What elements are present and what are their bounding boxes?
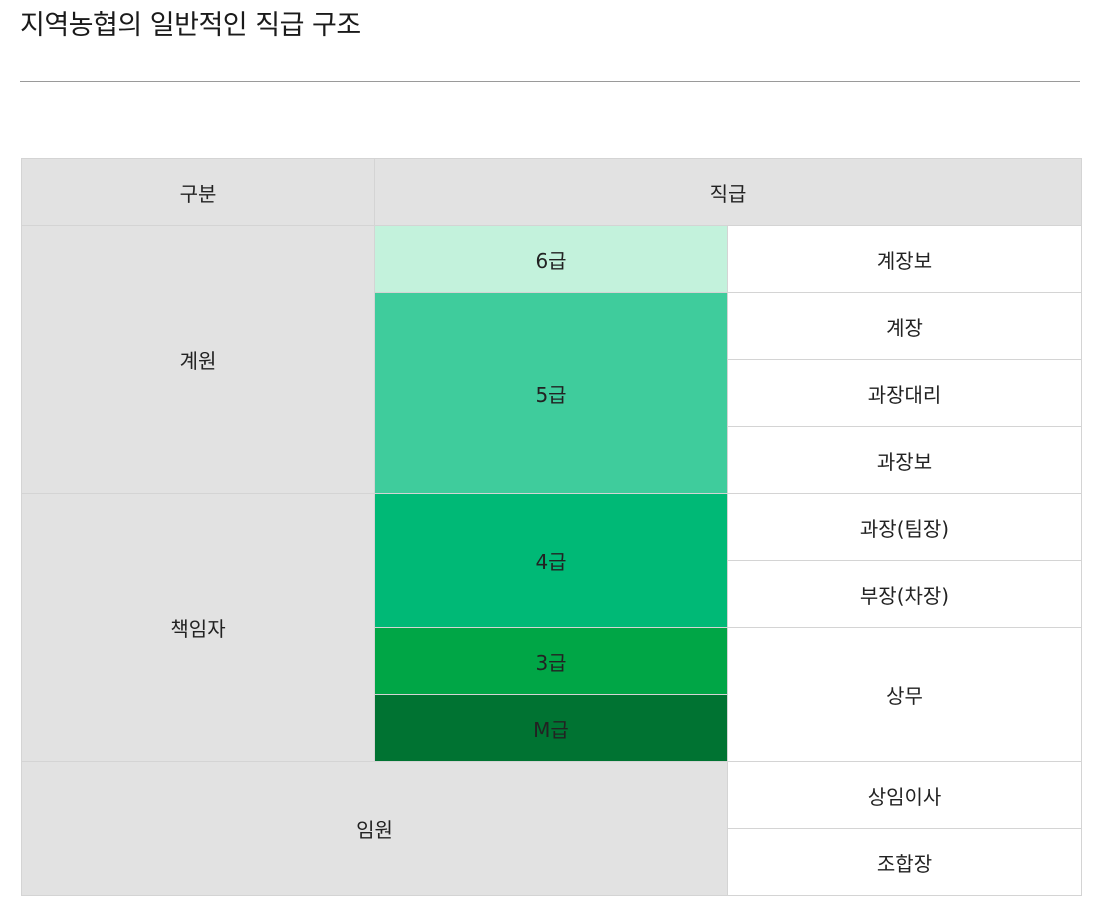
position-cell: 상무	[727, 627, 1082, 762]
category-gyewon: 계원	[21, 225, 375, 494]
header-category: 구분	[21, 158, 375, 226]
rank-structure-table: 구분 직급 계원 6급 계장보 5급 계장 과장대리 과장보 책임자 4급 과장…	[21, 158, 1082, 896]
position-cell: 계장보	[727, 225, 1082, 293]
position-cell: 계장	[727, 292, 1082, 360]
position-cell: 과장보	[727, 426, 1082, 494]
title-divider	[20, 81, 1080, 82]
header-rank: 직급	[374, 158, 1082, 226]
position-cell: 과장(팀장)	[727, 493, 1082, 561]
grade-m: M급	[374, 694, 728, 762]
table-header-row: 구분 직급	[21, 158, 1082, 226]
grade-3: 3급	[374, 627, 728, 695]
position-cell: 부장(차장)	[727, 560, 1082, 628]
category-imwon: 임원	[21, 761, 728, 896]
table-row: 임원 상임이사	[21, 761, 1082, 896]
page-title: 지역농협의 일반적인 직급 구조	[20, 10, 361, 41]
table-row: 책임자 4급 과장(팀장)	[21, 493, 1082, 762]
position-cell: 과장대리	[727, 359, 1082, 427]
grade-4: 4급	[374, 493, 728, 628]
category-chaegimja: 책임자	[21, 493, 375, 762]
grade-5: 5급	[374, 292, 728, 494]
table-row: 계원 6급 계장보	[21, 225, 1082, 494]
position-cell: 상임이사	[727, 761, 1082, 829]
grade-6: 6급	[374, 225, 728, 293]
position-cell: 조합장	[727, 828, 1082, 896]
